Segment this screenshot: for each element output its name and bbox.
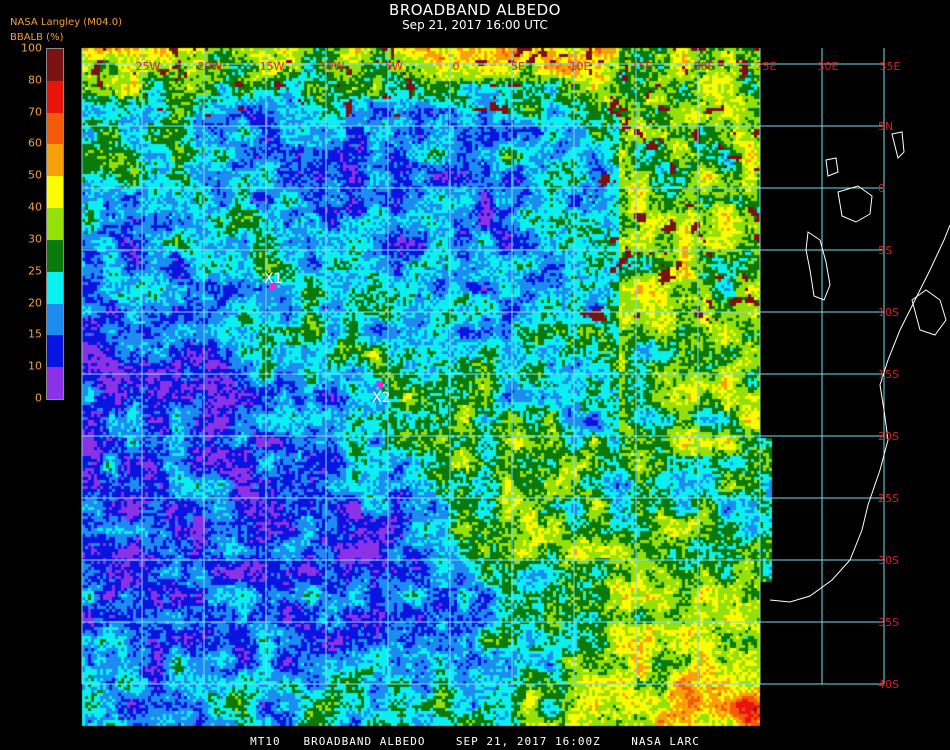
latitude-label: 20S — [878, 430, 899, 443]
coastline-path — [805, 231, 831, 301]
latitude-label: 25S — [878, 492, 899, 505]
latitude-label: 5S — [878, 244, 892, 257]
latitude-label: 40S — [878, 678, 899, 691]
longitude-label: 15W — [260, 60, 285, 73]
longitude-label: 25W — [136, 60, 161, 73]
coastline — [769, 131, 950, 603]
coastline-path — [769, 224, 950, 603]
longitude-label: 35E — [880, 60, 901, 73]
longitude-label: 10E — [570, 60, 591, 73]
lat-lon-grid — [81, 48, 885, 685]
latitude-label: 5N — [878, 120, 893, 133]
footer-caption: MT10 BROADBAND ALBEDO SEP 21, 2017 16:00… — [250, 735, 700, 748]
longitude-label: 5E — [511, 60, 525, 73]
coastline-path — [837, 185, 873, 223]
site-marker-dot — [377, 381, 383, 387]
latitude-label: 10S — [878, 306, 899, 319]
longitude-label: 20W — [198, 60, 223, 73]
coastline-path — [911, 289, 947, 336]
site-marker-label: X1 — [264, 271, 283, 287]
longitude-label: 0 — [453, 60, 460, 73]
latitude-label: 0 — [878, 182, 885, 195]
longitude-label: 30E — [818, 60, 839, 73]
longitude-label: 5W — [385, 60, 403, 73]
longitude-label: 20E — [694, 60, 715, 73]
coastline-path — [825, 157, 839, 177]
longitude-label: 15E — [632, 60, 653, 73]
site-marker-label: X2 — [372, 390, 391, 406]
latitude-labels: 5N 0 5S 10S 15S 20S 25S 30S 35S 40S — [878, 120, 899, 691]
coastline-path — [891, 131, 905, 159]
longitude-labels: 25W 20W 15W 10W 5W 0 5E 10E 15E 20E 25E 30E 35E — [136, 60, 901, 73]
longitude-label: 25E — [756, 60, 777, 73]
latitude-label: 15S — [878, 368, 899, 381]
site-markers: X1 X2 — [264, 271, 391, 406]
longitude-label: 10W — [320, 60, 345, 73]
latitude-label: 35S — [878, 616, 899, 629]
map-overlay: 25W 20W 15W 10W 5W 0 5E 10E 15E 20E 25E 30E 35E 5N05… — [81, 48, 950, 691]
latitude-label: 30S — [878, 554, 899, 567]
